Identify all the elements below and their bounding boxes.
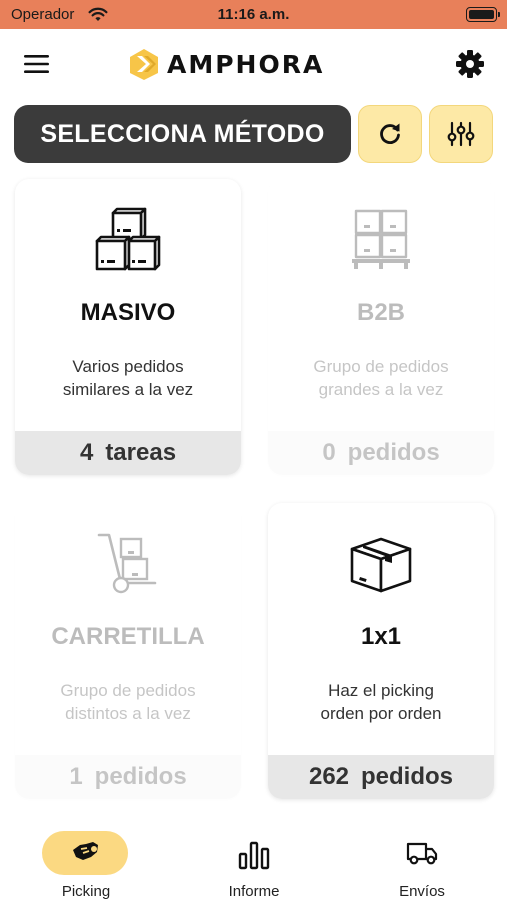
card-count: 1 pedidos	[15, 755, 241, 799]
method-card-carretilla: CARRETILLA Grupo de pedidos distintos a …	[15, 503, 241, 799]
filter-button[interactable]	[429, 105, 493, 163]
tab-informe[interactable]: Informe	[189, 828, 319, 900]
card-description: Haz el picking orden por orden	[320, 681, 442, 723]
tab-label: Picking	[61, 883, 111, 900]
battery-icon	[466, 7, 500, 22]
refresh-icon	[380, 123, 400, 144]
count-unit: pedidos	[347, 439, 440, 466]
count-value: 4	[79, 439, 94, 466]
card-description: Grupo de pedidos grandes a la vez	[313, 357, 449, 399]
tab-envios[interactable]: Envíos	[357, 828, 487, 900]
card-title: B2B	[356, 299, 405, 326]
bar-chart-icon	[238, 841, 270, 870]
tab-picking[interactable]: Picking	[21, 828, 151, 900]
picking-hand-icon	[73, 842, 98, 860]
card-count: 4 tareas	[15, 431, 241, 475]
tab-label: Informe	[228, 883, 280, 900]
logo-text: AMPHORA	[167, 49, 325, 79]
card-count: 0 pedidos	[268, 431, 494, 475]
count-unit: pedidos	[361, 763, 454, 790]
method-card-masivo[interactable]: MASIVO Varios pedidos similares a la vez…	[15, 179, 241, 475]
card-count: 262 pedidos	[268, 755, 494, 799]
method-card-1x1[interactable]: 1x1 Haz el picking orden por orden 262 p…	[268, 503, 494, 799]
amphora-logo-mark-icon	[130, 49, 158, 80]
card-title: MASIVO	[80, 299, 176, 326]
method-card-b2b: B2B Grupo de pedidos grandes a la vez 0 …	[268, 179, 494, 475]
bottom-tab-bar: Picking Informe Envíos	[0, 820, 507, 900]
pallet-boxes-icon	[352, 209, 410, 269]
card-title: CARRETILLA	[51, 623, 205, 650]
hand-truck-icon	[97, 533, 157, 594]
count-unit: tareas	[105, 439, 177, 466]
tab-label: Envíos	[399, 883, 445, 900]
select-method-label: SELECCIONA MÉTODO	[14, 105, 351, 163]
status-time: 11:16 a.m.	[217, 6, 290, 23]
delivery-truck-icon	[406, 842, 438, 865]
card-description: Grupo de pedidos distintos a la vez	[60, 681, 196, 723]
status-bar: Operador 11:16 a.m.	[0, 0, 507, 29]
count-value: 1	[69, 763, 83, 790]
refresh-button[interactable]	[358, 105, 422, 163]
count-value: 262	[308, 763, 350, 790]
card-description: Varios pedidos similares a la vez	[62, 357, 194, 399]
card-title: 1x1	[360, 623, 402, 650]
count-value: 0	[322, 439, 336, 466]
sliders-icon	[447, 121, 475, 147]
single-box-icon	[350, 537, 412, 593]
hamburger-menu-icon[interactable]	[23, 52, 51, 76]
count-unit: pedidos	[94, 763, 187, 790]
gear-icon[interactable]	[455, 49, 485, 79]
amphora-logo: AMPHORA	[127, 46, 324, 82]
app-header: AMPHORA	[0, 29, 507, 99]
stacked-boxes-icon	[95, 207, 161, 271]
